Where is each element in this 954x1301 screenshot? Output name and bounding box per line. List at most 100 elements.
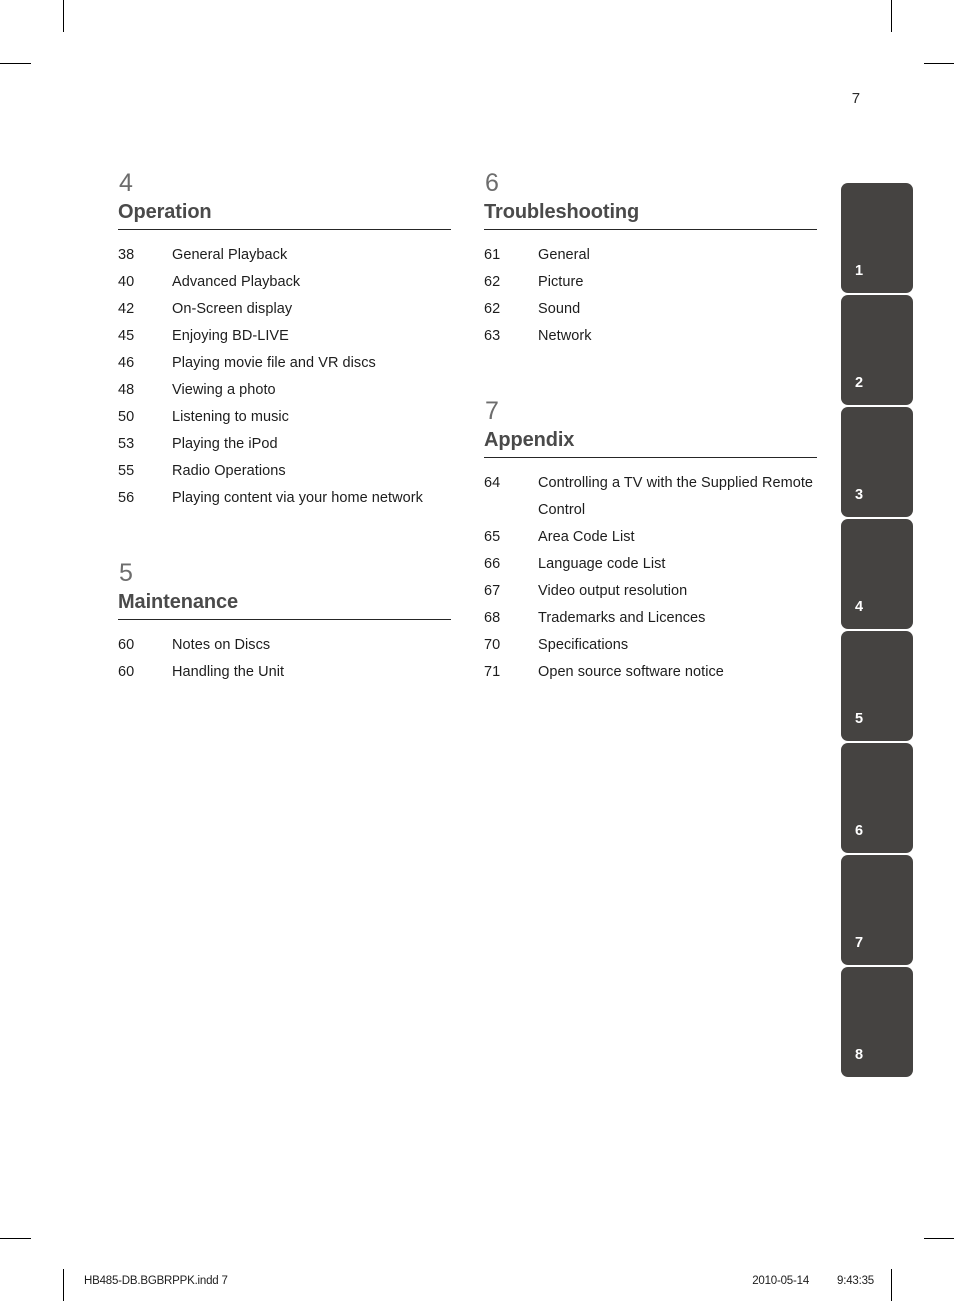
toc-entry-page: 38 [118, 247, 135, 263]
chapter-tab-label: 4 [855, 599, 864, 615]
toc-entry-title: Trademarks and Licences [538, 610, 706, 626]
crop-mark-bottom-left-horizontal [0, 1238, 31, 1239]
chapter-tab-3[interactable]: 3 [841, 407, 913, 517]
toc-entry-page: 56 [118, 490, 135, 506]
toc-entry-page: 46 [118, 355, 135, 371]
toc-section: 7 Appendix 64 Controlling a TV with the Sup… [484, 396, 817, 686]
crop-mark-bottom-right-vertical [891, 1269, 892, 1301]
toc-entry-list: 38 General Playback 40 Advanced Playback 42 O… [118, 242, 451, 512]
toc-entry-page: 60 [118, 664, 135, 680]
chapter-tab-2[interactable]: 2 [841, 295, 913, 405]
section-number: 7 [485, 397, 500, 425]
toc-entry-page: 53 [118, 436, 135, 452]
toc-entry[interactable]: 63 Network [484, 323, 817, 350]
section-number: 5 [119, 559, 134, 587]
toc-entry-list: 64 Controlling a TV with the Supplied Rem… [484, 470, 817, 686]
toc-entry-title: Area Code List [538, 529, 635, 545]
page-footer: HB485-DB.BGBRPPK.indd 7 2010-05-14 9:43:… [84, 1275, 874, 1287]
toc-entry[interactable]: 50 Listening to music [118, 404, 451, 431]
crop-mark-bottom-left-vertical [63, 1269, 64, 1301]
chapter-tab-4[interactable]: 4 [841, 519, 913, 629]
toc-entry-page: 45 [118, 328, 135, 344]
toc-entry[interactable]: 60 Notes on Discs [118, 632, 451, 659]
chapter-tab-label: 2 [855, 375, 864, 391]
toc-entry[interactable]: 70 Specifications [484, 632, 817, 659]
toc-entry[interactable]: 42 On-Screen display [118, 296, 451, 323]
toc-entry-title: Listening to music [172, 409, 289, 425]
crop-mark-top-right-vertical [891, 0, 892, 32]
toc-entry-page: 62 [484, 301, 501, 317]
toc-entry-title: Open source software notice [538, 664, 724, 680]
toc-entry[interactable]: 71 Open source software notice [484, 659, 817, 686]
toc-entry-title: Network [538, 328, 592, 344]
toc-entry-title: Sound [538, 301, 581, 317]
toc-section: 4 Operation 38 General Playback 40 Advanced P… [118, 168, 451, 512]
toc-entry[interactable]: 38 General Playback [118, 242, 451, 269]
toc-entry[interactable]: 65 Area Code List [484, 524, 817, 551]
toc-entry[interactable]: 60 Handling the Unit [118, 659, 451, 686]
toc-entry-page: 48 [118, 382, 135, 398]
toc-entry[interactable]: 45 Enjoying BD-LIVE [118, 323, 451, 350]
toc-entry-title: General Playback [172, 247, 288, 263]
toc-entry[interactable]: 48 Viewing a photo [118, 377, 451, 404]
toc-entry-page: 68 [484, 610, 501, 626]
chapter-tab-5[interactable]: 5 [841, 631, 913, 741]
toc-entry[interactable]: 40 Advanced Playback [118, 269, 451, 296]
toc-entry-title: Picture [538, 274, 584, 290]
chapter-tab-7[interactable]: 7 [841, 855, 913, 965]
crop-mark-top-left-vertical [63, 0, 64, 32]
section-title: Troubleshooting [484, 201, 640, 223]
section-divider [484, 457, 817, 458]
toc-entry[interactable]: 56 Playing content via your home network [118, 485, 451, 512]
toc-entry-list: 60 Notes on Discs 60 Handling the Unit [118, 632, 451, 686]
toc-entry[interactable]: 62 Picture [484, 269, 817, 296]
toc-entry[interactable]: 46 Playing movie file and VR discs [118, 350, 451, 377]
section-divider [118, 229, 451, 230]
toc-entry-title: Language code List [538, 556, 666, 572]
toc-entry[interactable]: 67 Video output resolution [484, 578, 817, 605]
crop-mark-top-left-horizontal [0, 63, 31, 64]
toc-entry-page: 70 [484, 637, 501, 653]
chapter-tab-label: 7 [855, 935, 864, 951]
toc-section: 5 Maintenance 60 Notes on Discs 60 Handling t… [118, 558, 451, 686]
toc-section: 6 Troubleshooting 61 General 62 Picture 62 Soun… [484, 168, 817, 350]
toc-entry-page: 67 [484, 583, 501, 599]
chapter-tab-8[interactable]: 8 [841, 967, 913, 1077]
toc-entry-page: 60 [118, 637, 135, 653]
toc-entry[interactable]: 68 Trademarks and Licences [484, 605, 817, 632]
toc-entry-page: 66 [484, 556, 501, 572]
toc-entry[interactable]: 61 General [484, 242, 817, 269]
toc-entry-page: 64 [484, 475, 501, 491]
toc-entry-title: Radio Operations [172, 463, 286, 479]
section-title: Appendix [484, 429, 575, 451]
chapter-tab-1[interactable]: 1 [841, 183, 913, 293]
chapter-tab-label: 8 [855, 1047, 864, 1063]
footer-time: 9:43:35 [837, 1275, 874, 1287]
toc-entry-title: Advanced Playback [172, 274, 301, 290]
toc-entry[interactable]: 55 Radio Operations [118, 458, 451, 485]
toc-entry[interactable]: 53 Playing the iPod [118, 431, 451, 458]
toc-entry-page: 50 [118, 409, 135, 425]
section-title: Operation [118, 201, 212, 223]
toc-entry-title: Playing content via your home network [172, 490, 423, 506]
toc-entry-title: Viewing a photo [172, 382, 276, 398]
toc-entry-title: General [538, 247, 590, 263]
toc-entry[interactable]: 66 Language code List [484, 551, 817, 578]
toc-column-left: 4 Operation 38 General Playback 40 Advanced P… [118, 168, 451, 686]
chapter-tab-6[interactable]: 6 [841, 743, 913, 853]
page-number: 7 [851, 90, 861, 107]
toc-entry-title: Notes on Discs [172, 637, 271, 653]
toc-entry[interactable]: 62 Sound [484, 296, 817, 323]
chapter-tab-label: 5 [855, 711, 864, 727]
section-divider [484, 229, 817, 230]
toc-entry-list: 61 General 62 Picture 62 Sound 63 Network [484, 242, 817, 350]
toc-entry[interactable]: 64 Controlling a TV with the Supplied Rem… [484, 470, 817, 524]
toc-column-right: 6 Troubleshooting 61 General 62 Picture 62 Soun… [484, 168, 817, 686]
toc-entry-page: 65 [484, 529, 501, 545]
section-divider [118, 619, 451, 620]
toc-entry-page: 42 [118, 301, 135, 317]
toc-entry-page: 40 [118, 274, 135, 290]
toc-entry-title: Specifications [538, 637, 629, 653]
toc-entry-title: Handling the Unit [172, 664, 285, 680]
toc-entry-page: 61 [484, 247, 501, 263]
